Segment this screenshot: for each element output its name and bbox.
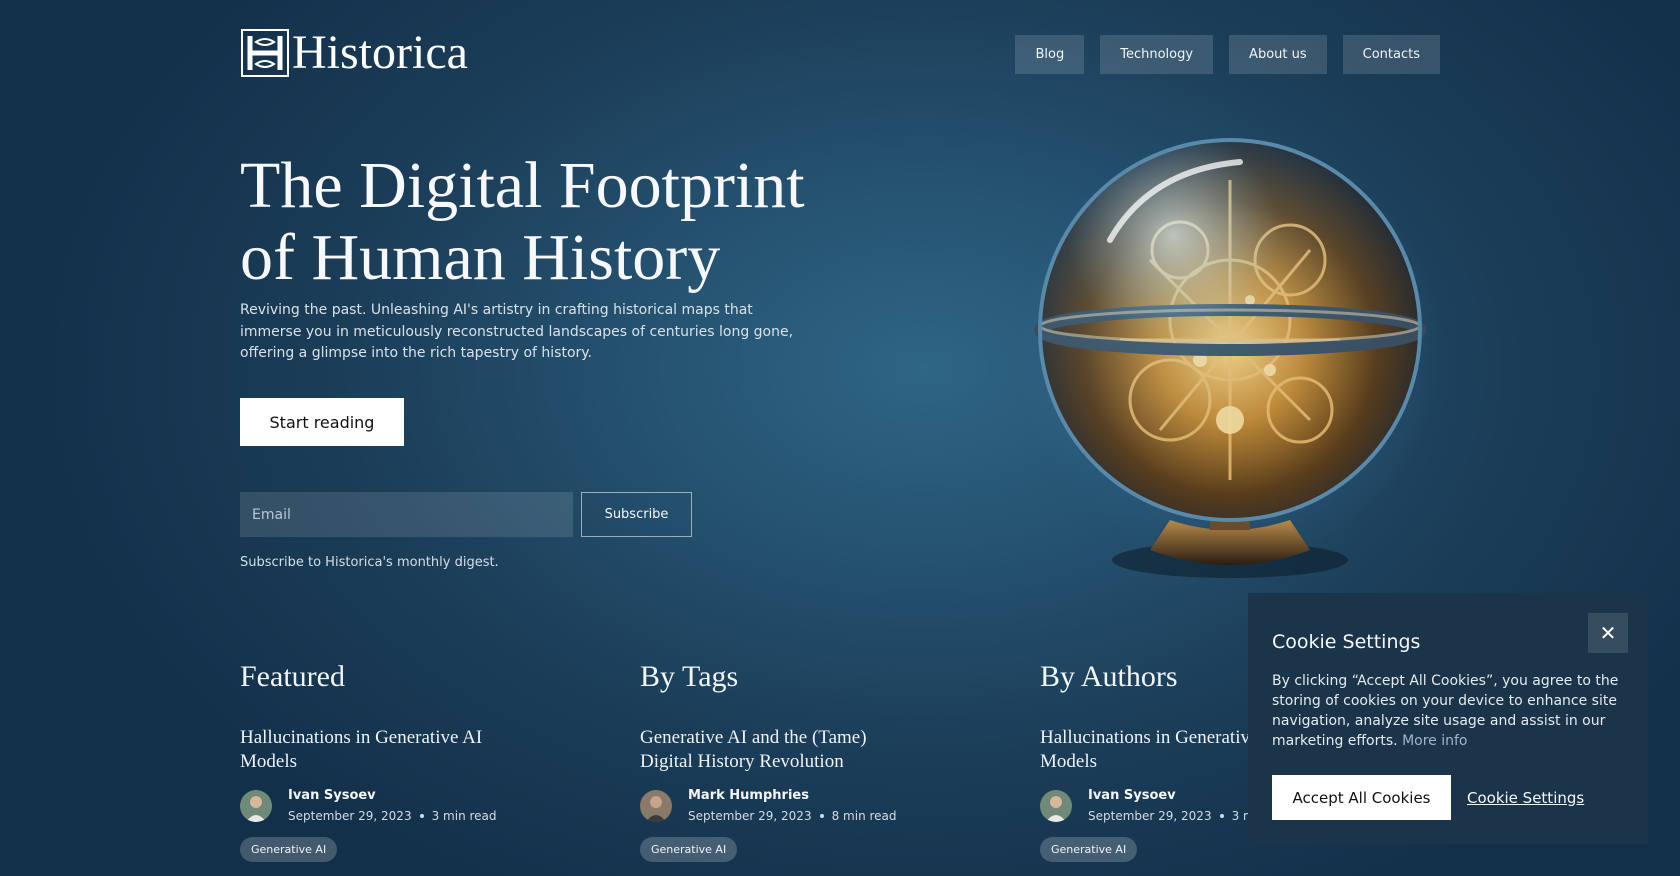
- avatar[interactable]: [1040, 789, 1072, 822]
- accept-all-cookies-button[interactable]: Accept All Cookies: [1272, 775, 1451, 820]
- brand-logo[interactable]: Historica: [240, 28, 468, 78]
- historica-logo-icon: [241, 29, 289, 77]
- hero-title-line2: of Human History: [240, 221, 721, 294]
- article-title-link[interactable]: Generative AI and the (Tame) Digital His…: [640, 726, 910, 774]
- nav-technology[interactable]: Technology: [1100, 35, 1214, 74]
- tag-badge[interactable]: Generative AI: [640, 837, 738, 862]
- separator-dot-icon: [1219, 814, 1224, 818]
- author-row: Mark Humphries September 29, 2023 8 min …: [640, 788, 940, 823]
- cookie-close-button[interactable]: ✕: [1588, 613, 1628, 653]
- cookie-title: Cookie Settings: [1272, 631, 1421, 653]
- avatar[interactable]: [240, 789, 272, 822]
- email-input[interactable]: [240, 492, 573, 537]
- nav-contacts[interactable]: Contacts: [1342, 35, 1440, 74]
- more-info-link[interactable]: More info: [1402, 733, 1467, 749]
- nav-blog[interactable]: Blog: [1015, 35, 1085, 74]
- read-time: 8 min read: [831, 809, 897, 823]
- article-title-link[interactable]: Hallucinations in Generative AI Models: [240, 726, 510, 774]
- brand-name: Historica: [292, 26, 468, 79]
- cookie-text: By clicking “Accept All Cookies”, you ag…: [1272, 671, 1622, 751]
- tag-badge[interactable]: Generative AI: [1040, 837, 1138, 862]
- avatar[interactable]: [640, 789, 672, 822]
- cookie-actions: Accept All Cookies Cookie Settings: [1272, 775, 1624, 820]
- featured-section: Featured Hallucinations in Generative AI…: [240, 660, 540, 862]
- cookie-settings-link[interactable]: Cookie Settings: [1467, 789, 1584, 807]
- start-reading-button[interactable]: Start reading: [240, 398, 404, 446]
- mechanical-globe-illustration: [1034, 138, 1426, 578]
- article-date: September 29, 2023: [688, 809, 812, 823]
- hero-description: Reviving the past. Unleashing AI's artis…: [240, 302, 794, 361]
- article-date: September 29, 2023: [288, 809, 412, 823]
- author-avatar-icon: [640, 789, 672, 822]
- top-nav: Blog Technology About us Contacts: [1015, 35, 1440, 74]
- by-tags-section: By Tags Generative AI and the (Tame) Dig…: [640, 660, 940, 862]
- tag-badge[interactable]: Generative AI: [240, 837, 338, 862]
- article-meta: September 29, 2023 3 min read: [288, 809, 497, 823]
- section-heading: By Tags: [640, 660, 739, 693]
- hero-title-line1: The Digital Footprint: [240, 149, 805, 222]
- hero-globe-image: [1000, 120, 1460, 600]
- separator-dot-icon: [419, 814, 424, 818]
- author-name[interactable]: Mark Humphries: [688, 788, 897, 803]
- author-name[interactable]: Ivan Sysoev: [288, 788, 497, 803]
- close-icon: ✕: [1599, 621, 1617, 645]
- author-row: Ivan Sysoev September 29, 2023 3 min rea…: [240, 788, 540, 823]
- section-heading: Featured: [240, 660, 345, 693]
- nav-about-us[interactable]: About us: [1229, 35, 1327, 74]
- hero-title: The Digital Footprint of Human History: [240, 150, 860, 294]
- cookie-settings-panel: ✕ Cookie Settings By clicking “Accept Al…: [1248, 593, 1648, 844]
- author-avatar-icon: [1040, 789, 1072, 822]
- article-date: September 29, 2023: [1088, 809, 1212, 823]
- subscribe-button[interactable]: Subscribe: [581, 492, 692, 537]
- subscribe-note: Subscribe to Historica's monthly digest.: [240, 555, 499, 570]
- author-avatar-icon: [240, 789, 272, 822]
- separator-dot-icon: [819, 814, 824, 818]
- article-meta: September 29, 2023 8 min read: [688, 809, 897, 823]
- read-time: 3 min read: [431, 809, 497, 823]
